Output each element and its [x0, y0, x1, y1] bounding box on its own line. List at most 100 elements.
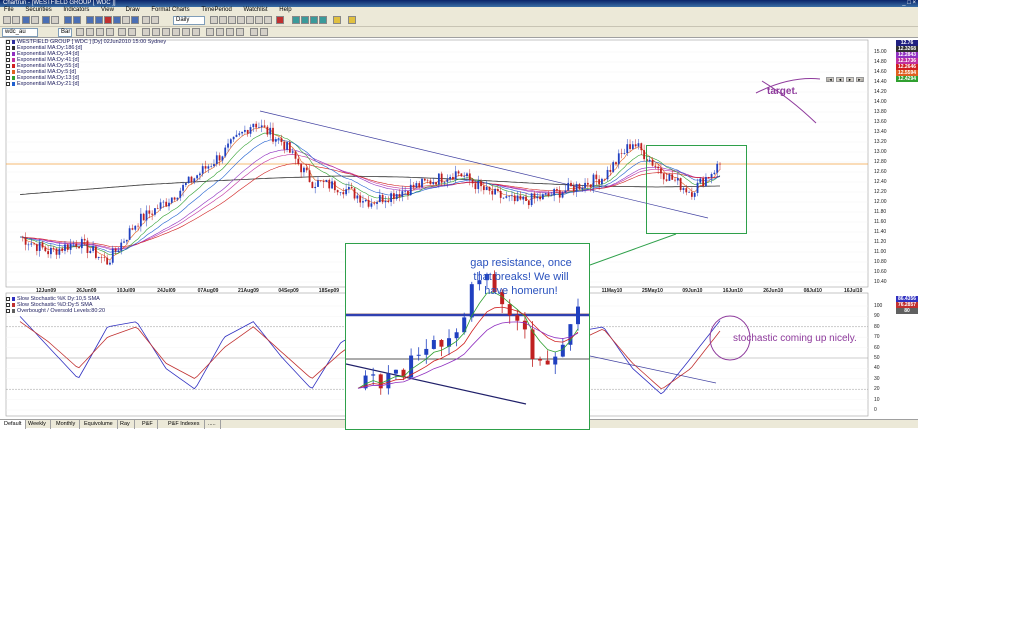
crosshair-icon[interactable] — [86, 28, 94, 36]
menu-format-charts[interactable]: Format Charts — [151, 7, 189, 13]
candle-body — [311, 182, 314, 189]
watchlist-icon[interactable] — [131, 16, 139, 24]
tab-monthly[interactable]: Monthly — [52, 420, 81, 429]
note-icon[interactable] — [348, 16, 356, 24]
zoom-candle-body — [553, 356, 558, 365]
candle-body — [339, 192, 342, 193]
candle-body — [544, 193, 547, 195]
window-titlebar[interactable]: Chartrun - [WESTFIELD GROUP [ WDC ]] _ □… — [0, 0, 918, 7]
pencil-icon[interactable] — [118, 28, 126, 36]
text-tool-icon[interactable] — [255, 16, 263, 24]
candle-body — [463, 176, 466, 177]
candle-body — [454, 171, 457, 180]
first-page-icon[interactable]: |◄ — [826, 77, 834, 82]
arrow-icon[interactable] — [152, 28, 160, 36]
zoom-out-icon[interactable] — [319, 16, 327, 24]
delete-icon[interactable] — [276, 16, 284, 24]
menu-securities[interactable]: Securities — [25, 7, 51, 13]
candle-body — [586, 182, 589, 185]
vertical-line-icon[interactable] — [172, 28, 180, 36]
rectangle-icon[interactable] — [192, 28, 200, 36]
line-chart-icon[interactable] — [219, 16, 227, 24]
scan-icon[interactable] — [113, 16, 121, 24]
lock-icon[interactable] — [260, 28, 268, 36]
grid-icon[interactable] — [95, 16, 103, 24]
last-page-icon[interactable]: ►| — [856, 77, 864, 82]
tab-weekly[interactable]: Weekly — [24, 420, 51, 429]
tab-ray[interactable]: Ray — [116, 420, 135, 429]
candle-body — [269, 127, 272, 135]
alert-icon[interactable] — [104, 16, 112, 24]
candle-body — [47, 251, 50, 255]
highlight-icon[interactable] — [333, 16, 341, 24]
speed-line-icon[interactable] — [226, 28, 234, 36]
portfolio-icon[interactable] — [142, 16, 150, 24]
stoch-tick-label: 70 — [874, 334, 880, 341]
ellipse-icon[interactable] — [182, 28, 190, 36]
cycle-icon[interactable] — [236, 28, 244, 36]
bar-type-icon[interactable] — [76, 28, 84, 36]
zoom-in-icon[interactable] — [310, 16, 318, 24]
report-icon[interactable] — [122, 16, 130, 24]
candle-body — [584, 182, 586, 188]
candle-body — [519, 195, 522, 200]
cursor-icon[interactable] — [264, 16, 272, 24]
bar-chart-icon[interactable] — [210, 16, 218, 24]
tab-default[interactable]: Default — [0, 420, 27, 429]
magnify-icon[interactable] — [96, 28, 104, 36]
tab-pnf-indexes[interactable]: P&F Indexes — [164, 420, 205, 429]
menu-file[interactable]: File — [4, 7, 14, 13]
stoch-legend-item[interactable]: Overbought / Oversold Levels:80:20 — [6, 308, 105, 314]
tab-more[interactable]: ..... — [204, 420, 221, 429]
price-legend-item[interactable]: Exponential MA:Dy:21:[d] — [6, 81, 166, 87]
candle-body — [215, 155, 218, 165]
window-controls[interactable]: _ □ × — [902, 0, 916, 7]
trendline-icon[interactable] — [237, 16, 245, 24]
menu-draw[interactable]: Draw — [126, 7, 140, 13]
andrews-pitchfork-icon[interactable] — [216, 28, 224, 36]
label-icon[interactable] — [250, 28, 258, 36]
channel-icon[interactable] — [142, 28, 150, 36]
period-select[interactable]: Daily — [173, 16, 205, 25]
next-page-icon[interactable]: ► — [846, 77, 854, 82]
menu-watchlist[interactable]: Watchlist — [243, 7, 267, 13]
stochastic-annotation: stochastic coming up nicely. — [733, 333, 857, 344]
menu-timeperiod[interactable]: TimePeriod — [201, 7, 231, 13]
tab-equivolume[interactable]: Equivolume — [80, 420, 118, 429]
open-icon[interactable] — [12, 16, 20, 24]
symbol-select[interactable]: wdc_au — [2, 28, 38, 37]
securities-icon[interactable] — [64, 16, 72, 24]
date-tick-label: 16Jun10 — [722, 288, 743, 294]
eraser-icon[interactable] — [128, 28, 136, 36]
indicators-icon[interactable] — [73, 16, 81, 24]
chart-type-select[interactable]: Bar — [58, 28, 72, 37]
zoom-icon[interactable] — [51, 16, 59, 24]
layout-icon[interactable] — [86, 16, 94, 24]
horizontal-line-icon[interactable] — [162, 28, 170, 36]
gann-icon[interactable] — [206, 28, 214, 36]
tab-pnf[interactable]: P&F — [138, 420, 158, 429]
fibonacci-icon[interactable] — [246, 16, 254, 24]
candle-body — [435, 182, 437, 185]
chart-icon[interactable] — [42, 16, 50, 24]
menu-indicators[interactable]: Indicators — [63, 7, 89, 13]
menu-view[interactable]: View — [101, 7, 114, 13]
prev-page-icon[interactable]: ◄ — [836, 77, 844, 82]
candle-body — [527, 200, 530, 206]
hand-icon[interactable] — [106, 28, 114, 36]
target-highlight-box — [646, 145, 747, 234]
scroll-right-icon[interactable] — [301, 16, 309, 24]
candle-body — [303, 167, 305, 173]
stoch-tick-label: 80 — [874, 323, 880, 330]
candle-icon[interactable] — [228, 16, 236, 24]
save-icon[interactable] — [22, 16, 30, 24]
menu-help[interactable]: Help — [279, 7, 291, 13]
settings-icon[interactable] — [151, 16, 159, 24]
candle-body — [249, 127, 252, 134]
scroll-left-icon[interactable] — [292, 16, 300, 24]
symbol-toolbar: wdc_au Bar — [0, 27, 918, 38]
print-icon[interactable] — [31, 16, 39, 24]
candle-body — [466, 173, 468, 177]
candle-body — [392, 193, 395, 199]
new-chart-icon[interactable] — [3, 16, 11, 24]
